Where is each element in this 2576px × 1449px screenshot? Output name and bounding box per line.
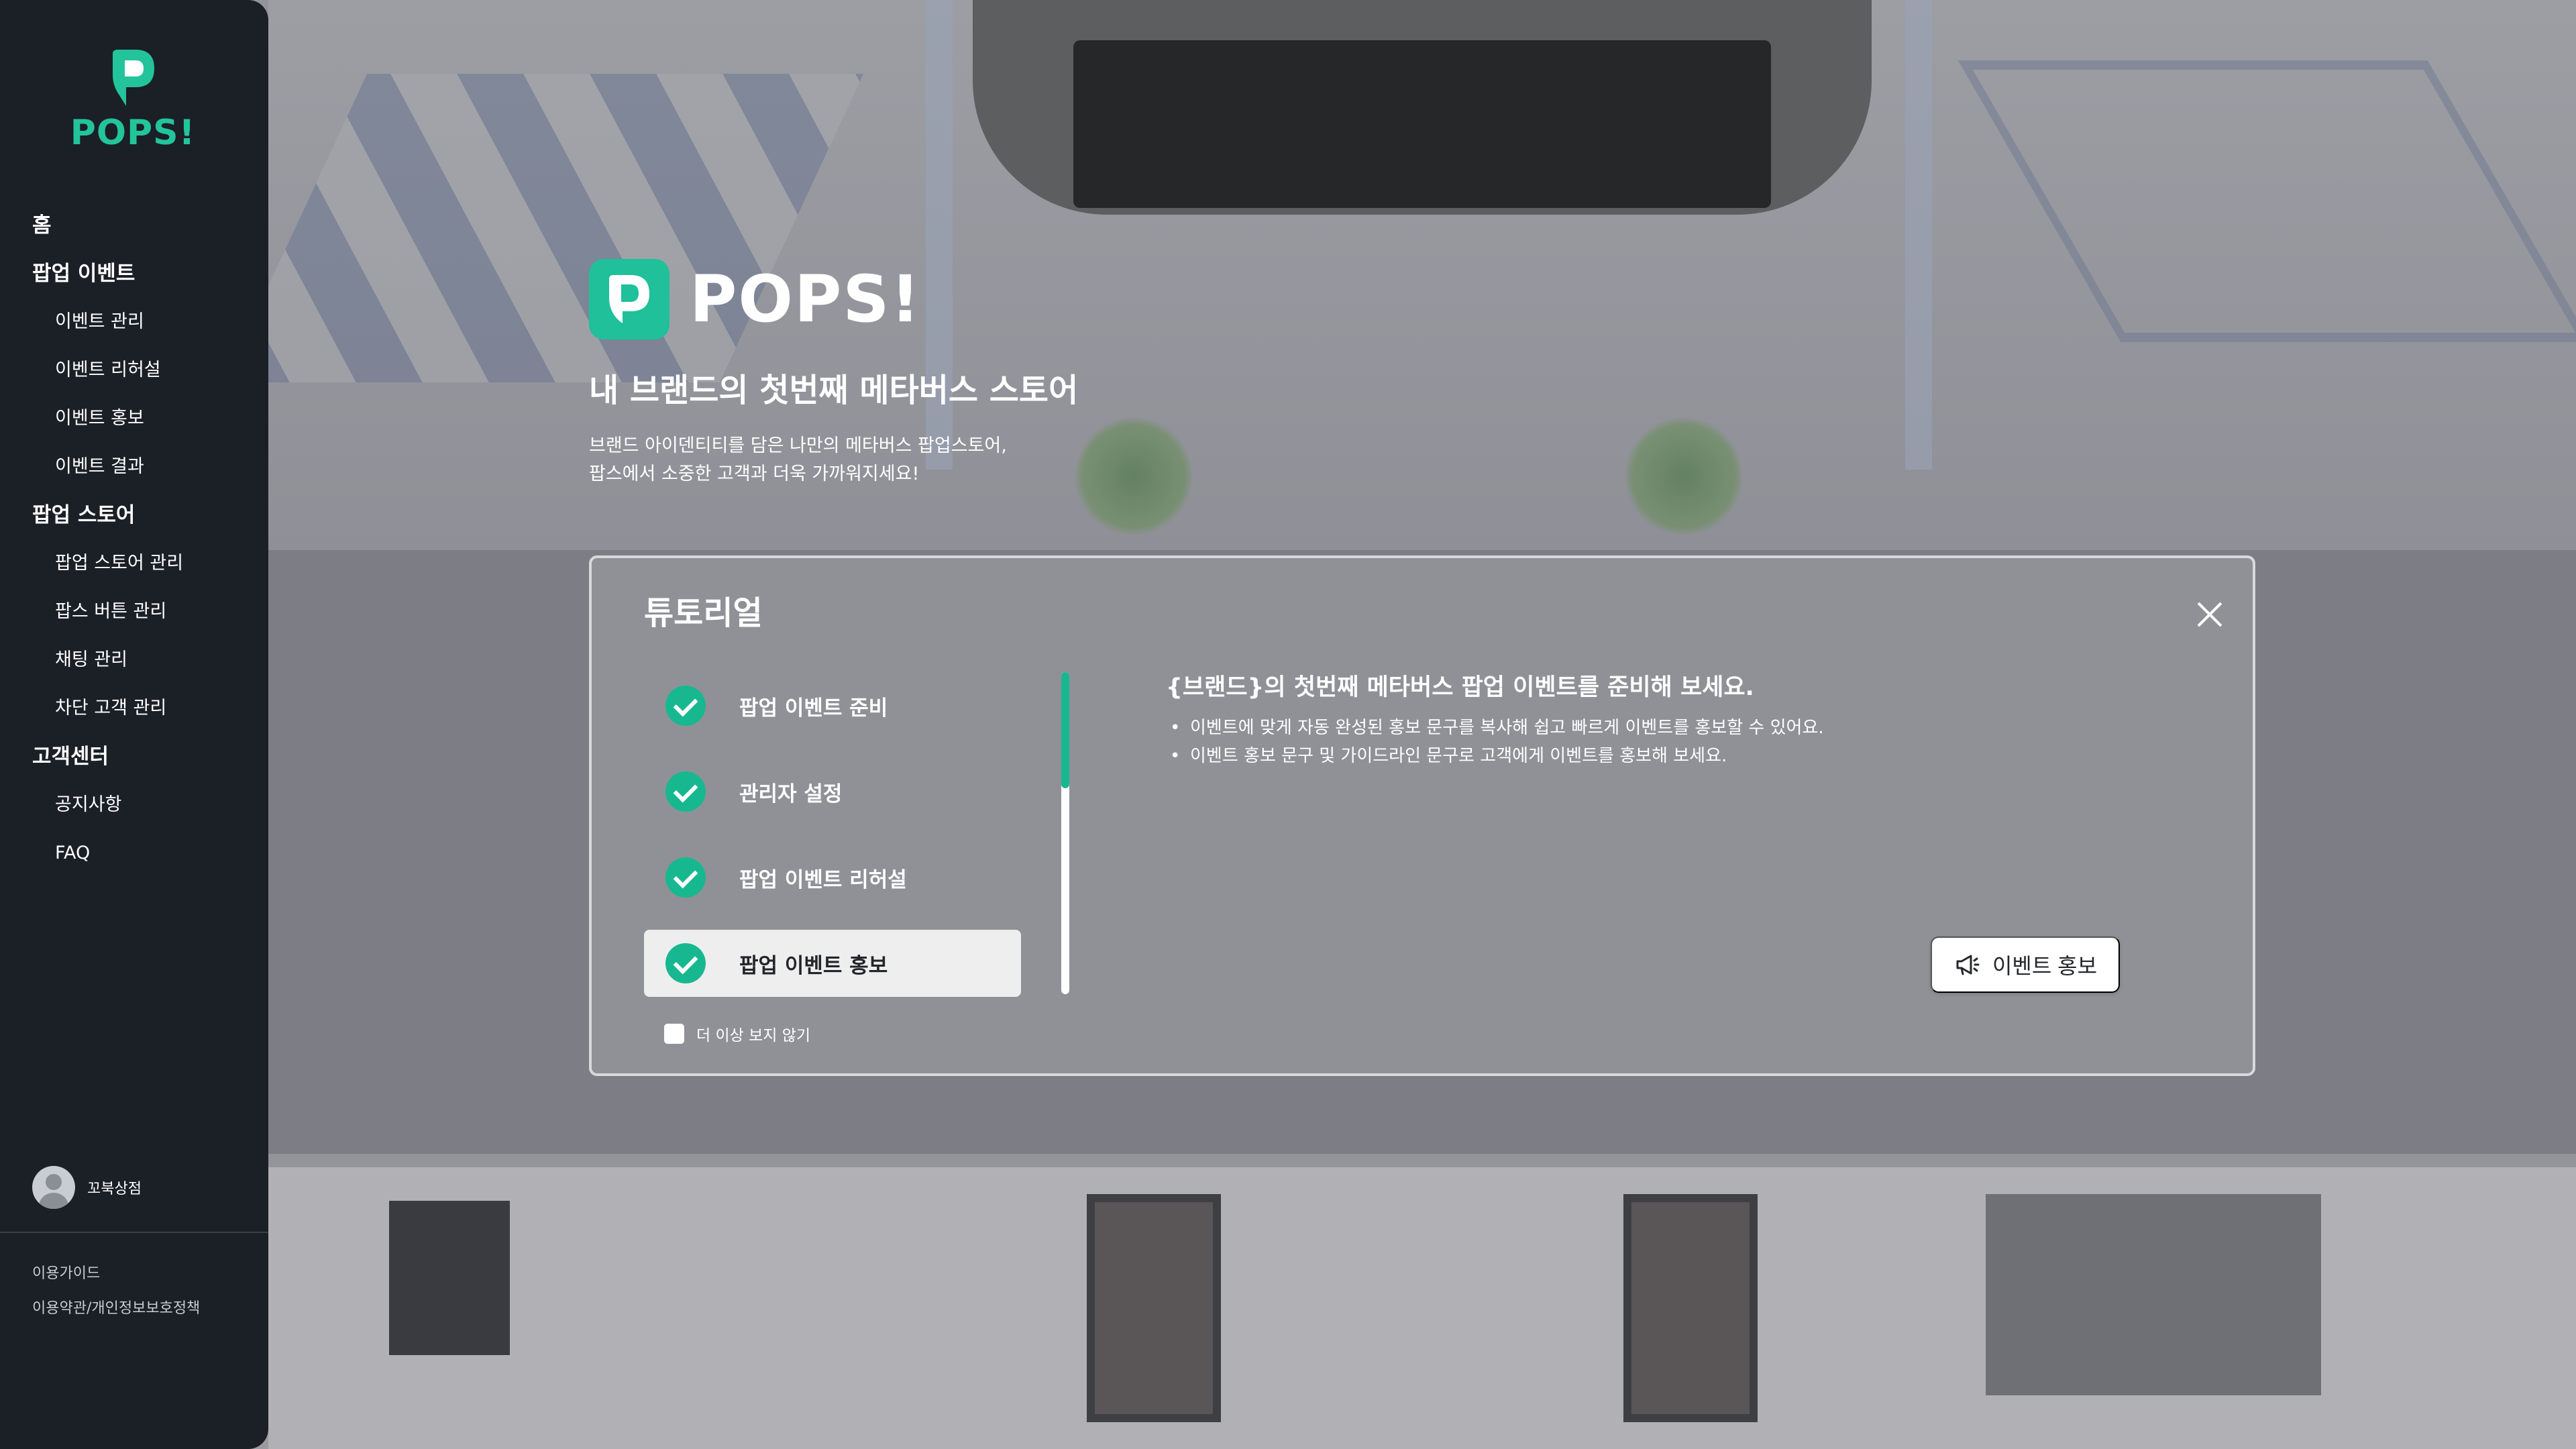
list-item: 이벤트에 맞게 자동 완성된 홍보 문구를 복사해 쉽고 빠르게 이벤트를 홍보…	[1170, 714, 1824, 742]
tutorial-content-title: {브랜드}의 첫번째 메타버스 팝업 이벤트를 준비해 보세요.	[1166, 674, 1754, 701]
nav-pops-button-manage[interactable]: 팝스 버튼 관리	[0, 588, 268, 636]
hero-title: 내 브랜드의 첫번째 메타버스 스토어	[589, 372, 1079, 409]
nav-home[interactable]: 홈	[0, 201, 268, 250]
user-profile[interactable]: 꼬북상점	[32, 1166, 142, 1209]
nav-event-manage[interactable]: 이벤트 관리	[0, 298, 268, 346]
background-sofa-seat	[1073, 40, 1771, 208]
check-icon	[665, 943, 706, 983]
check-icon	[665, 857, 706, 898]
tutorial-step-promotion[interactable]: 팝업 이벤트 홍보	[644, 930, 1021, 997]
step-label: 팝업 이벤트 준비	[739, 696, 888, 720]
sidebar: POPS! 홈 팝업 이벤트 이벤트 관리 이벤트 리허설 이벤트 홍보 이벤트…	[0, 0, 268, 1449]
background-mirror	[1623, 1194, 1758, 1422]
step-label: 팝업 이벤트 리허설	[739, 867, 907, 892]
event-promotion-button[interactable]: 이벤트 홍보	[1931, 936, 2120, 993]
pops-logo-icon	[113, 50, 154, 106]
tutorial-modal: 튜토리얼 팝업 이벤트 준비 관리자 설정 팝업 이벤트 리허설 팝업 이벤트 …	[589, 555, 2255, 1076]
tutorial-steps: 팝업 이벤트 준비 관리자 설정 팝업 이벤트 리허설 팝업 이벤트 홍보	[644, 672, 1021, 1016]
hero-description: 브랜드 아이덴티티를 담은 나만의 메타버스 팝업스토어, 팝스에서 소중한 고…	[589, 432, 1078, 488]
check-icon	[665, 771, 706, 812]
nav-faq[interactable]: FAQ	[0, 829, 268, 877]
hero: POPS! 내 브랜드의 첫번째 메타버스 스토어 브랜드 아이덴티티를 담은 …	[589, 259, 1078, 488]
step-label: 관리자 설정	[739, 782, 843, 806]
tutorial-scrollbar-thumb[interactable]	[1061, 672, 1069, 788]
sidebar-logo[interactable]: POPS!	[66, 48, 200, 156]
hero-desc-line1: 브랜드 아이덴티티를 담은 나만의 메타버스 팝업스토어,	[589, 435, 1007, 456]
user-name: 꼬북상점	[87, 1181, 142, 1197]
nav-popup-event[interactable]: 팝업 이벤트	[0, 250, 268, 298]
hero-brand: POPS!	[690, 262, 922, 337]
event-promotion-label: 이벤트 홍보	[1992, 954, 2098, 978]
tutorial-step-prepare[interactable]: 팝업 이벤트 준비	[644, 672, 1021, 739]
tutorial-scrollbar[interactable]	[1061, 672, 1069, 994]
guide-link[interactable]: 이용가이드	[32, 1261, 100, 1283]
checkbox-icon[interactable]	[664, 1024, 684, 1044]
sidebar-nav: 홈 팝업 이벤트 이벤트 관리 이벤트 리허설 이벤트 홍보 이벤트 결과 팝업…	[0, 201, 268, 877]
tutorial-step-admin[interactable]: 관리자 설정	[644, 758, 1021, 825]
background-plant	[1623, 416, 1744, 537]
step-label: 팝업 이벤트 홍보	[739, 953, 888, 978]
dont-show-again-label: 더 이상 보지 않기	[696, 1027, 811, 1044]
dont-show-again-checkbox[interactable]: 더 이상 보지 않기	[664, 1022, 810, 1045]
sidebar-divider	[0, 1232, 268, 1233]
pops-app-icon	[589, 259, 669, 339]
logo-text: POPS!	[70, 113, 196, 153]
nav-event-rehearsal[interactable]: 이벤트 리허설	[0, 346, 268, 394]
nav-blocked-customers[interactable]: 차단 고객 관리	[0, 684, 268, 733]
avatar	[32, 1166, 75, 1209]
nav-chat-manage[interactable]: 채팅 관리	[0, 636, 268, 684]
tutorial-title: 튜토리얼	[644, 594, 763, 632]
background-shelf	[1986, 1194, 2321, 1395]
nav-popup-store[interactable]: 팝업 스토어	[0, 491, 268, 539]
background-closet	[389, 1201, 510, 1355]
background-mirror	[1087, 1194, 1221, 1422]
tutorial-content-list: 이벤트에 맞게 자동 완성된 홍보 문구를 복사해 쉽고 빠르게 이벤트를 홍보…	[1170, 714, 1824, 770]
nav-notice[interactable]: 공지사항	[0, 781, 268, 829]
tutorial-step-rehearsal[interactable]: 팝업 이벤트 리허설	[644, 844, 1021, 911]
nav-event-result[interactable]: 이벤트 결과	[0, 443, 268, 491]
nav-support[interactable]: 고객센터	[0, 733, 268, 781]
close-icon[interactable]	[2190, 594, 2230, 635]
terms-link[interactable]: 이용약관/개인정보보호정책	[32, 1296, 200, 1318]
nav-event-promotion[interactable]: 이벤트 홍보	[0, 394, 268, 443]
check-icon	[665, 686, 706, 726]
background-pillar	[1905, 0, 1932, 470]
background-plant	[1073, 416, 1194, 537]
nav-store-manage[interactable]: 팝업 스토어 관리	[0, 539, 268, 588]
hero-desc-line2: 팝스에서 소중한 고객과 더욱 가까워지세요!	[589, 464, 920, 484]
megaphone-icon	[1956, 955, 1980, 975]
list-item: 이벤트 홍보 문구 및 가이드라인 문구로 고객에게 이벤트를 홍보해 보세요.	[1170, 742, 1824, 770]
hero-logo: POPS!	[589, 259, 1078, 339]
